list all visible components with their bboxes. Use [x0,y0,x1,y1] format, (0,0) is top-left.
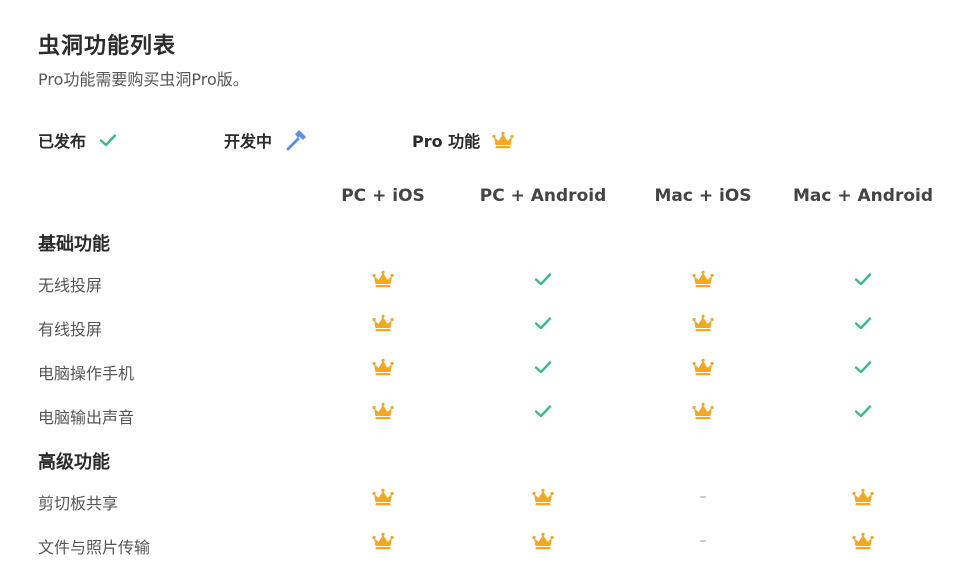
not-available-dash: – [683,485,723,509]
crown-icon [683,311,723,335]
check-icon [843,267,883,291]
check-icon [523,267,563,291]
dash-symbol: – [699,533,707,549]
crown-icon [683,399,723,423]
crown-icon [363,529,403,553]
legend-released: 已发布 [38,126,118,154]
crown-icon [523,529,563,553]
feature-row-label: 无线投屏 [38,276,103,295]
check-icon [843,311,883,335]
feature-list-page: 虫洞功能列表 Pro功能需要购买虫洞Pro版。 已发布 开发中 Pro 功能 P… [0,0,963,562]
feature-row-label: 剪切板共享 [38,494,119,513]
crown-icon [683,267,723,291]
feature-row-label: 文件与照片传输 [38,538,151,557]
dash-symbol: – [699,489,707,505]
column-header-mac-android: Mac + Android [792,186,934,206]
not-available-dash: – [683,529,723,553]
crown-icon [363,355,403,379]
crown-icon [523,485,563,509]
page-title: 虫洞功能列表 [38,34,177,59]
check-icon [843,399,883,423]
crown-icon [683,355,723,379]
hammer-icon [284,128,308,152]
crown-icon [843,485,883,509]
crown-icon [363,399,403,423]
section-title: 高级功能 [38,452,110,473]
legend: 已发布 开发中 Pro 功能 [0,126,963,154]
feature-row-label: 电脑输出声音 [38,408,135,427]
crown-icon [843,529,883,553]
check-icon [98,132,118,148]
check-icon [843,355,883,379]
legend-released-label: 已发布 [38,132,87,151]
page-subtitle: Pro功能需要购买虫洞Pro版。 [38,70,249,89]
legend-pro: Pro 功能 [412,126,514,154]
legend-pro-label: Pro 功能 [412,132,481,151]
section-title: 基础功能 [38,234,110,255]
feature-row-label: 有线投屏 [38,320,103,339]
crown-icon [363,485,403,509]
crown-icon [363,267,403,291]
check-icon [523,399,563,423]
check-icon [523,355,563,379]
feature-row-label: 电脑操作手机 [38,364,135,383]
crown-icon [363,311,403,335]
legend-in-development-label: 开发中 [224,132,273,151]
legend-in-development: 开发中 [224,126,308,154]
crown-icon [492,131,514,149]
check-icon [523,311,563,335]
